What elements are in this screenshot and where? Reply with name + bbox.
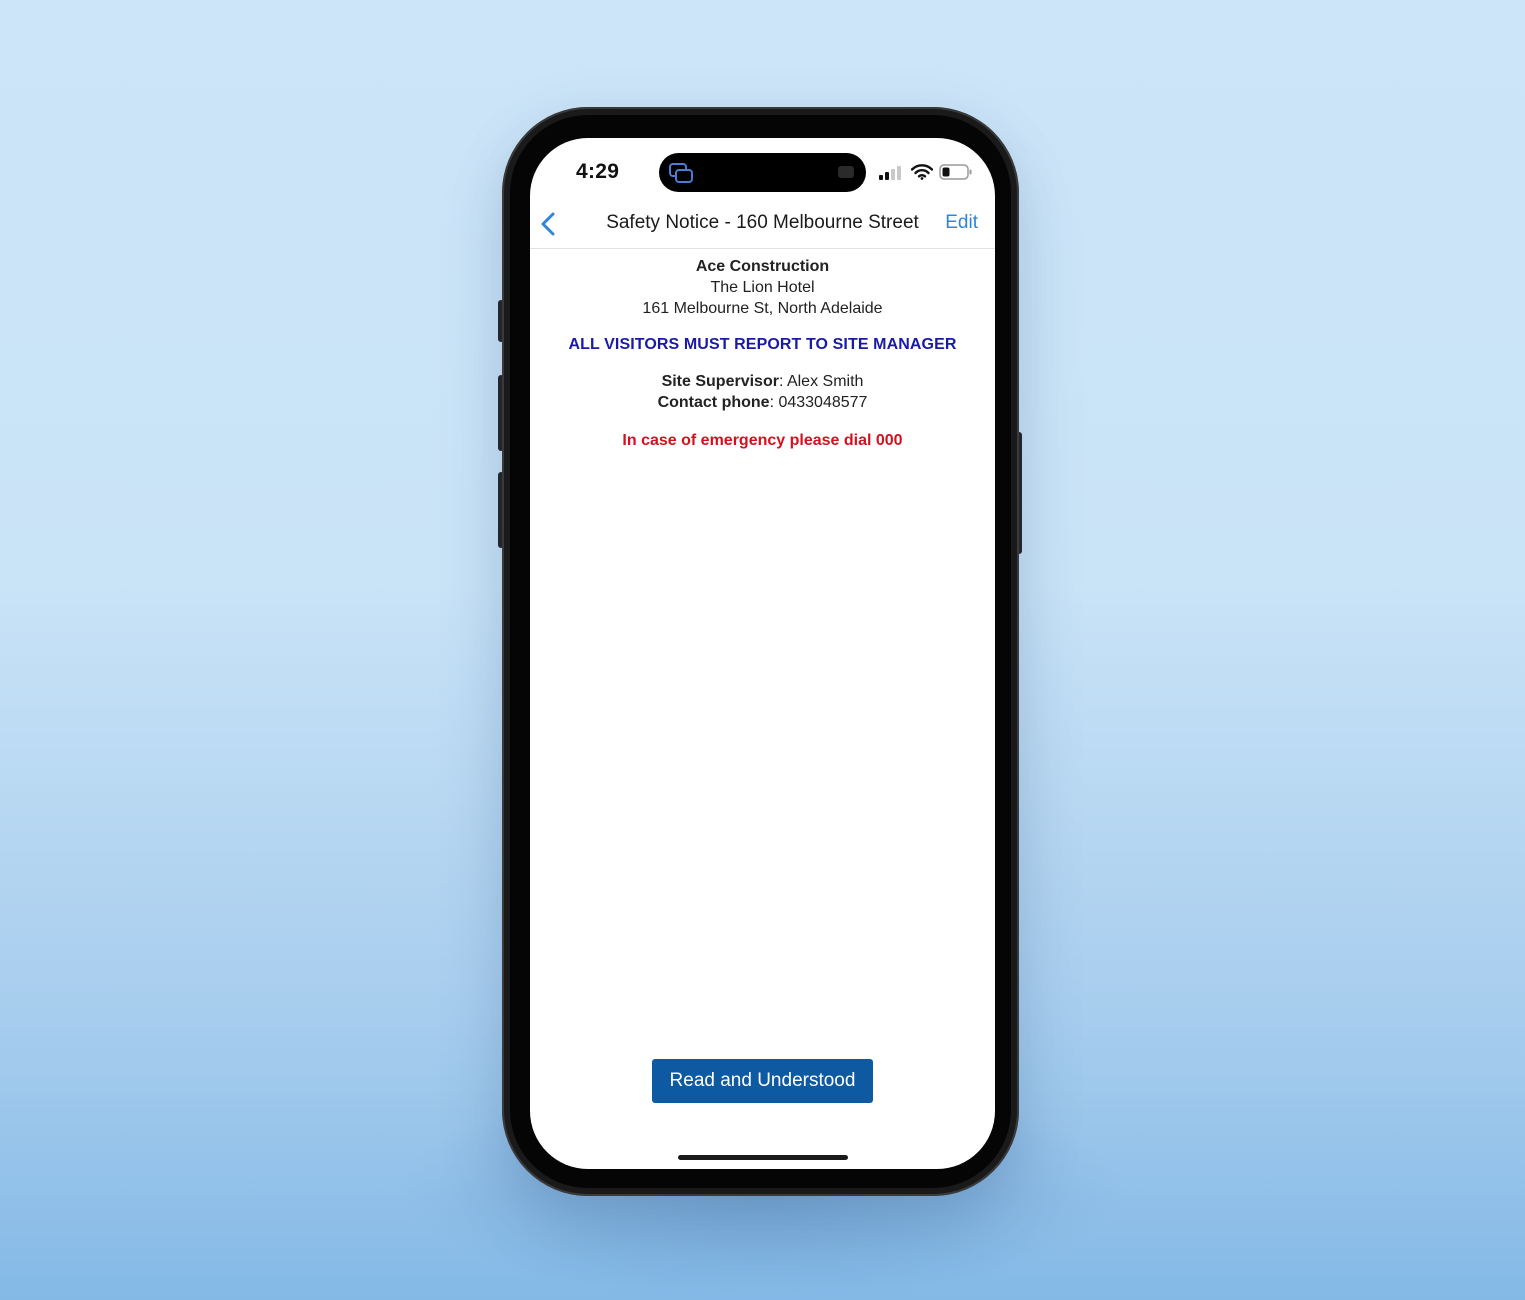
safety-notice-content: Ace Construction The Lion Hotel 161 Melb… <box>530 254 995 451</box>
status-icons <box>879 162 973 182</box>
phone-value: : 0433048577 <box>769 394 868 411</box>
battery-icon <box>939 164 972 180</box>
emergency-notice: In case of emergency please dial 000 <box>622 432 903 449</box>
company-name: Ace Construction <box>695 258 830 275</box>
site-address: 161 Melbourne St, North Adelaide <box>642 300 883 317</box>
supervisor-label: Site Supervisor <box>661 373 779 390</box>
status-time: 4:29 <box>576 160 620 183</box>
apple-tv-icon <box>838 166 854 178</box>
overlapping-windows-icon <box>669 163 693 183</box>
navigation-bar: Safety Notice - 160 Melbourne Street Edi… <box>530 200 995 249</box>
phone-line: Contact phone: 0433048577 <box>530 392 995 413</box>
site-name: The Lion Hotel <box>710 279 815 296</box>
page-title: Safety Notice - 160 Melbourne Street <box>606 212 919 233</box>
cellular-signal-icon <box>879 166 901 180</box>
supervisor-line: Site Supervisor: Alex Smith <box>530 371 995 392</box>
contact-details: Site Supervisor: Alex Smith Contact phon… <box>530 371 995 413</box>
supervisor-value: : Alex Smith <box>778 373 864 390</box>
dynamic-island <box>659 153 866 192</box>
read-and-understood-button[interactable]: Read and Understood <box>652 1059 873 1103</box>
phone-screen: 4:29 Safety Notice - 160 Melbourne Stree… <box>530 138 995 1169</box>
wifi-icon <box>911 164 933 180</box>
edit-button[interactable]: Edit <box>945 212 978 234</box>
visitor-notice: ALL VISITORS MUST REPORT TO SITE MANAGER <box>568 336 957 353</box>
phone-label: Contact phone <box>657 394 770 411</box>
home-indicator <box>678 1155 848 1160</box>
